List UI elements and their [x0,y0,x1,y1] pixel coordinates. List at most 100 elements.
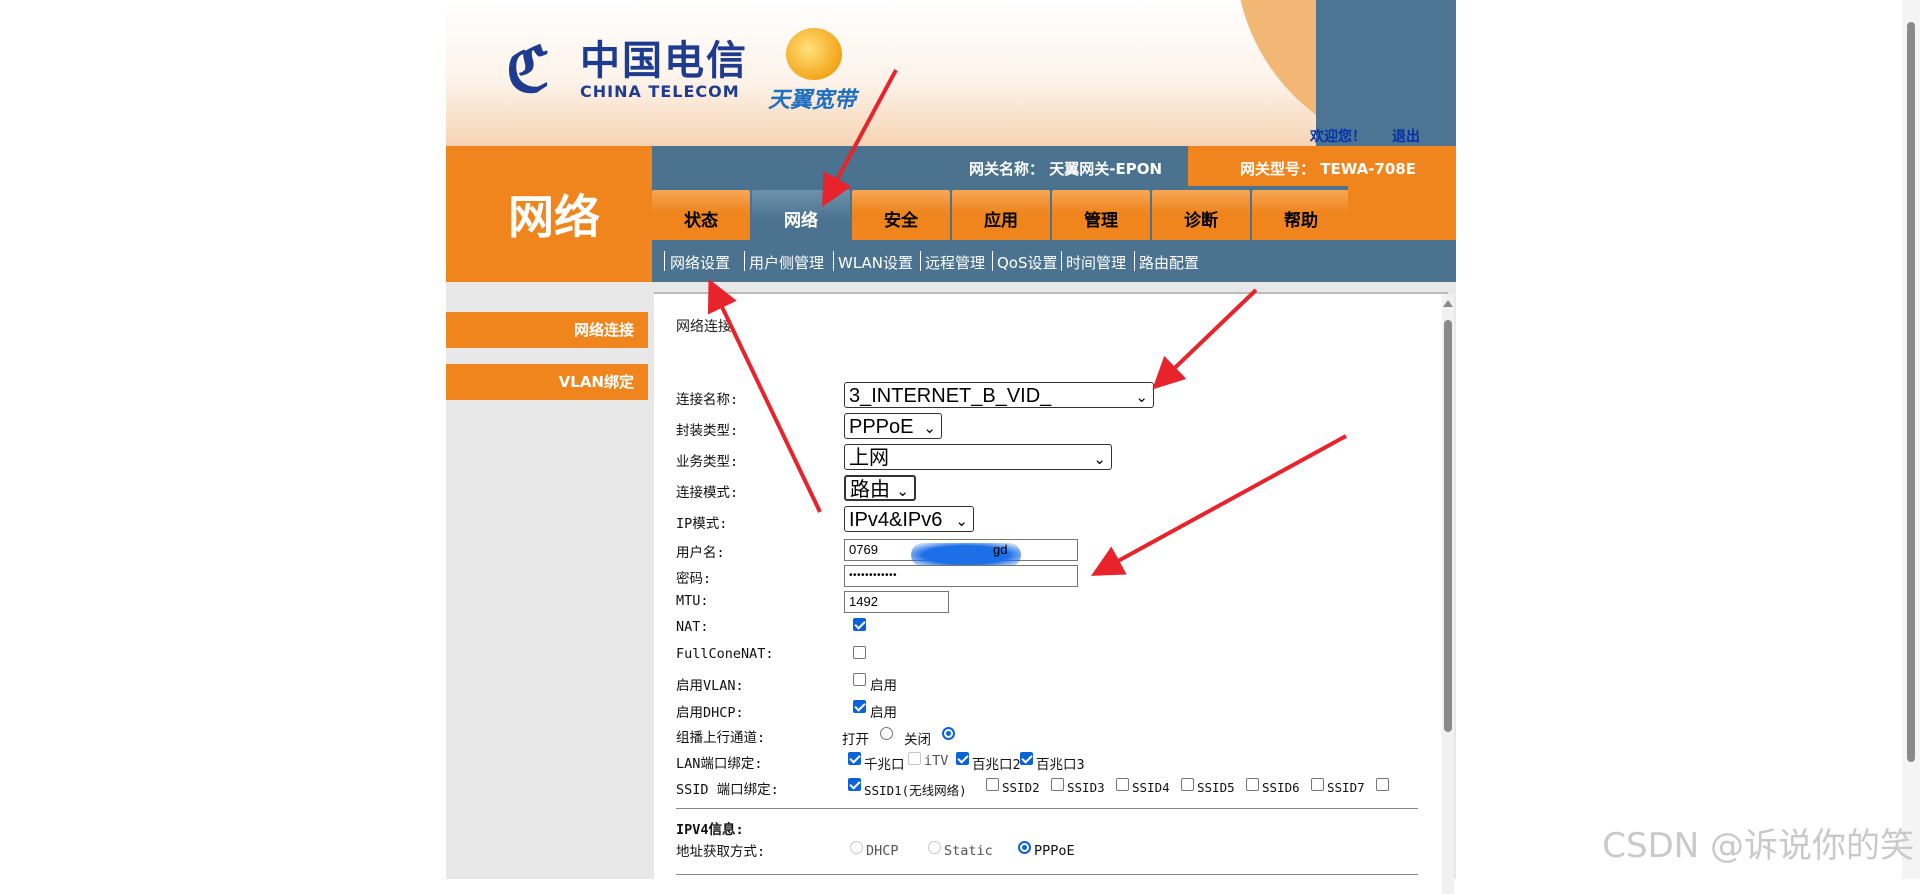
enable-vlan-option: 启用 [870,678,897,694]
username-input[interactable]: 0769 gd [844,539,1078,567]
address-mode-dhcp-radio [850,841,863,854]
ssid-binding-label: SSID 端口绑定: [676,782,779,798]
banner-corner [1316,0,1456,146]
lan-port-gigabit-checkbox[interactable] [848,752,861,765]
subnav-divider [744,251,745,271]
chevron-down-icon: ⌄ [923,420,936,437]
gateway-type: 网关型号： TEWA-708E [1240,160,1416,178]
multicast-off-label: 关闭 [904,732,931,748]
ssid-6-label: SSID6 [1262,780,1300,795]
gateway-name-bar: 网关名称： 天翼网关-EPON [652,146,1188,186]
ssid-5-checkbox[interactable] [1181,778,1194,791]
logout-link[interactable]: 退出 [1392,126,1420,146]
subnav-remote-mgmt[interactable]: 远程管理 [925,252,985,273]
sub-navigation: 网络设置 用户侧管理 WLAN设置 远程管理 QoS设置 时间管理 路由配置 [652,240,1456,282]
multicast-on-label: 打开 [842,732,869,748]
subnav-time-mgmt[interactable]: 时间管理 [1066,252,1126,273]
subnav-divider [1134,251,1135,271]
tab-application[interactable]: 应用 [952,190,1050,240]
ssid-3-checkbox[interactable] [1051,778,1064,791]
service-type-select[interactable]: 上网 ⌄ [844,444,1112,470]
divider [676,874,1418,875]
lan-port-100m2-label: 百兆口2 [972,757,1021,773]
scroll-up-icon[interactable] [1443,300,1453,307]
chevron-down-icon: ⌄ [955,513,968,530]
ssid-1-label: SSID1(无线网络) [864,783,967,798]
connection-name-select[interactable]: 3_INTERNET_B_VID_ ⌄ [844,382,1154,408]
lan-port-itv-checkbox [908,752,921,765]
password-input[interactable]: •••••••••••• [844,565,1078,587]
watermark: CSDN @诉说你的笑 [1602,826,1914,866]
scrollbar-thumb[interactable] [1444,320,1452,732]
ssid-4-label: SSID4 [1132,780,1170,795]
mtu-label: MTU: [676,593,709,609]
ssid-4-checkbox[interactable] [1116,778,1129,791]
service-type-label: 业务类型: [676,454,739,470]
encap-type-label: 封装类型: [676,423,739,439]
router-admin-page: ℭ 中国电信 CHINA TELECOM 天翼宽带 欢迎您！ 退出 网络 网关名… [446,0,1456,894]
tab-status[interactable]: 状态 [652,190,750,240]
ip-mode-label: IP模式: [676,516,728,532]
ssid-2-label: SSID2 [1002,780,1040,795]
left-sidebar: 网络连接 VLAN绑定 [446,282,652,879]
address-mode-static-radio [928,841,941,854]
ssid-5-label: SSID5 [1197,780,1235,795]
tab-diagnostics[interactable]: 诊断 [1152,190,1250,240]
ssid-8-checkbox[interactable] [1376,778,1389,791]
gateway-name: 网关名称： 天翼网关-EPON [969,160,1162,178]
nat-checkbox[interactable] [853,618,866,631]
header-banner: ℭ 中国电信 CHINA TELECOM 天翼宽带 欢迎您！ 退出 [446,0,1456,146]
connection-mode-select[interactable]: 路由 ⌄ [844,475,916,501]
subnav-network-settings[interactable]: 网络设置 [670,252,730,273]
multicast-on-radio[interactable] [880,727,893,740]
lan-binding-label: LAN端口绑定: [676,756,763,772]
welcome-link[interactable]: 欢迎您！ [1310,126,1366,146]
subnav-wlan-settings[interactable]: WLAN设置 [838,252,913,273]
enable-dhcp-checkbox[interactable] [853,700,866,713]
tab-security[interactable]: 安全 [852,190,950,240]
divider [676,808,1418,809]
fullcone-nat-checkbox[interactable] [853,646,866,659]
window-scrollbar[interactable] [1902,0,1920,879]
address-mode-dhcp-label: DHCP [866,843,899,859]
lan-port-100m2-checkbox[interactable] [956,752,969,765]
sidebar-item-vlan-binding[interactable]: VLAN绑定 [446,364,648,400]
fullcone-nat-label: FullConeNAT: [676,646,774,662]
address-mode-pppoe-radio[interactable] [1018,841,1031,854]
tab-network[interactable]: 网络 [752,190,850,240]
connection-name-label: 连接名称: [676,392,739,408]
ssid-6-checkbox[interactable] [1246,778,1259,791]
nat-label: NAT: [676,619,709,635]
lan-port-100m3-label: 百兆口3 [1036,757,1085,773]
connection-mode-label: 连接模式: [676,485,739,501]
enable-dhcp-label: 启用DHCP: [676,705,744,721]
ssid-1-checkbox[interactable] [848,778,861,791]
content-panel: 网络连接 连接名称: 3_INTERNET_B_VID_ ⌄ 封装类型: PPP… [654,292,1454,894]
ssid-3-label: SSID3 [1067,780,1105,795]
tab-management[interactable]: 管理 [1052,190,1150,240]
tab-help[interactable]: 帮助 [1252,190,1350,240]
tianyi-sun-icon [786,28,842,80]
subnav-route-config[interactable]: 路由配置 [1139,252,1199,273]
panel-scrollbar[interactable] [1442,294,1454,894]
subnav-divider [1061,251,1062,271]
ssid-2-checkbox[interactable] [986,778,999,791]
tabs-right-filler [1348,186,1456,240]
mtu-input[interactable]: 1492 [844,591,949,613]
brand-en: CHINA TELECOM [580,81,740,101]
ip-mode-select[interactable]: IPv4&IPv6 ⌄ [844,506,974,532]
enable-vlan-label: 启用VLAN: [676,678,744,694]
multicast-off-radio[interactable] [942,727,955,740]
ssid-7-checkbox[interactable] [1311,778,1324,791]
enable-vlan-checkbox[interactable] [853,673,866,686]
chevron-down-icon: ⌄ [1093,451,1106,468]
username-label: 用户名: [676,545,725,561]
telecom-e-icon: ℭ [506,33,550,106]
sidebar-item-network-connection[interactable]: 网络连接 [446,312,648,348]
lan-port-100m3-checkbox[interactable] [1020,752,1033,765]
address-mode-label: 地址获取方式: [676,844,766,860]
subnav-user-side-mgmt[interactable]: 用户侧管理 [749,252,824,273]
window-scrollbar-thumb[interactable] [1907,22,1915,762]
subnav-qos-settings[interactable]: QoS设置 [997,252,1058,273]
encap-type-select[interactable]: PPPoE ⌄ [844,413,942,439]
